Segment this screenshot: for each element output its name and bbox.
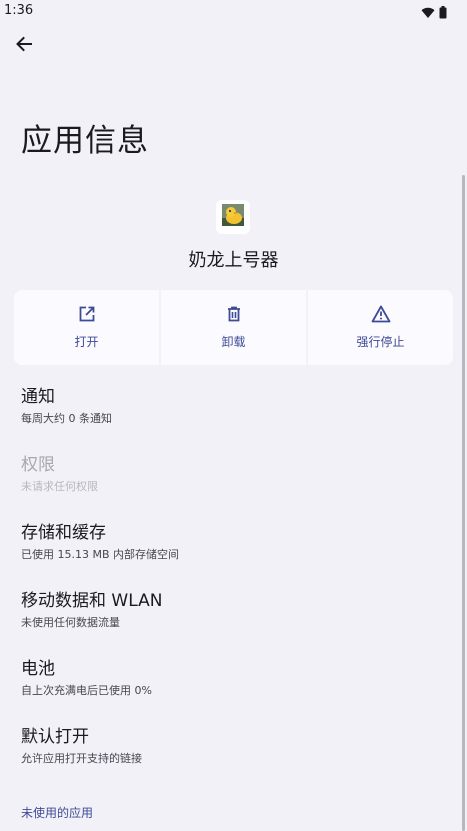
- list-item-storage[interactable]: 存储和缓存 已使用 15.13 MB 内部存储空间: [21, 522, 441, 590]
- battery-icon: [439, 4, 447, 23]
- list-item-data-usage[interactable]: 移动数据和 WLAN 未使用任何数据流量: [21, 590, 441, 658]
- wifi-icon: [421, 4, 435, 23]
- app-name: 奶龙上号器: [188, 250, 279, 271]
- force-stop-button-label: 强行停止: [356, 335, 405, 349]
- list-item-battery[interactable]: 电池 自上次充满电后已使用 0%: [21, 658, 441, 726]
- duck-app-icon: [222, 204, 244, 230]
- item-title: 存储和缓存: [21, 523, 106, 543]
- app-icon: [216, 200, 250, 234]
- list-item-open-by-default[interactable]: 默认打开 允许应用打开支持的链接: [21, 726, 441, 794]
- status-icons: [421, 4, 447, 23]
- unused-apps-header: 未使用的应用: [21, 806, 94, 820]
- settings-list: 通知 每周大约 0 条通知 权限 未请求任何权限 存储和缓存 已使用 15.13…: [21, 386, 441, 794]
- item-title: 通知: [21, 387, 55, 407]
- warning-icon: [371, 305, 391, 327]
- item-subtitle: 每周大约 0 条通知: [21, 412, 112, 425]
- item-subtitle: 已使用 15.13 MB 内部存储空间: [21, 548, 180, 561]
- item-subtitle: 未使用任何数据流量: [21, 616, 120, 629]
- back-button[interactable]: [12, 34, 36, 58]
- open-button[interactable]: 打开: [14, 290, 159, 365]
- open-external-icon: [78, 305, 96, 327]
- status-bar: 1:36: [0, 0, 467, 22]
- page-title: 应用信息: [21, 123, 149, 159]
- item-title: 默认打开: [21, 727, 89, 747]
- list-item-permissions: 权限 未请求任何权限: [21, 454, 441, 522]
- app-actions: 打开 卸载 强行停止: [14, 290, 453, 365]
- force-stop-button[interactable]: 强行停止: [308, 290, 453, 365]
- item-subtitle: 自上次充满电后已使用 0%: [21, 684, 152, 697]
- uninstall-button-label: 卸载: [221, 335, 246, 349]
- open-button-label: 打开: [74, 335, 99, 349]
- trash-icon: [225, 305, 243, 327]
- uninstall-button[interactable]: 卸载: [161, 290, 306, 365]
- item-subtitle: 未请求任何权限: [21, 480, 98, 493]
- item-title: 权限: [21, 455, 55, 475]
- list-item-notifications[interactable]: 通知 每周大约 0 条通知: [21, 386, 441, 454]
- scrollbar[interactable]: [462, 175, 465, 831]
- status-time: 1:36: [4, 3, 34, 18]
- arrow-back-icon: [15, 35, 33, 57]
- item-title: 电池: [21, 659, 55, 679]
- item-subtitle: 允许应用打开支持的链接: [21, 752, 142, 765]
- item-title: 移动数据和 WLAN: [21, 591, 163, 611]
